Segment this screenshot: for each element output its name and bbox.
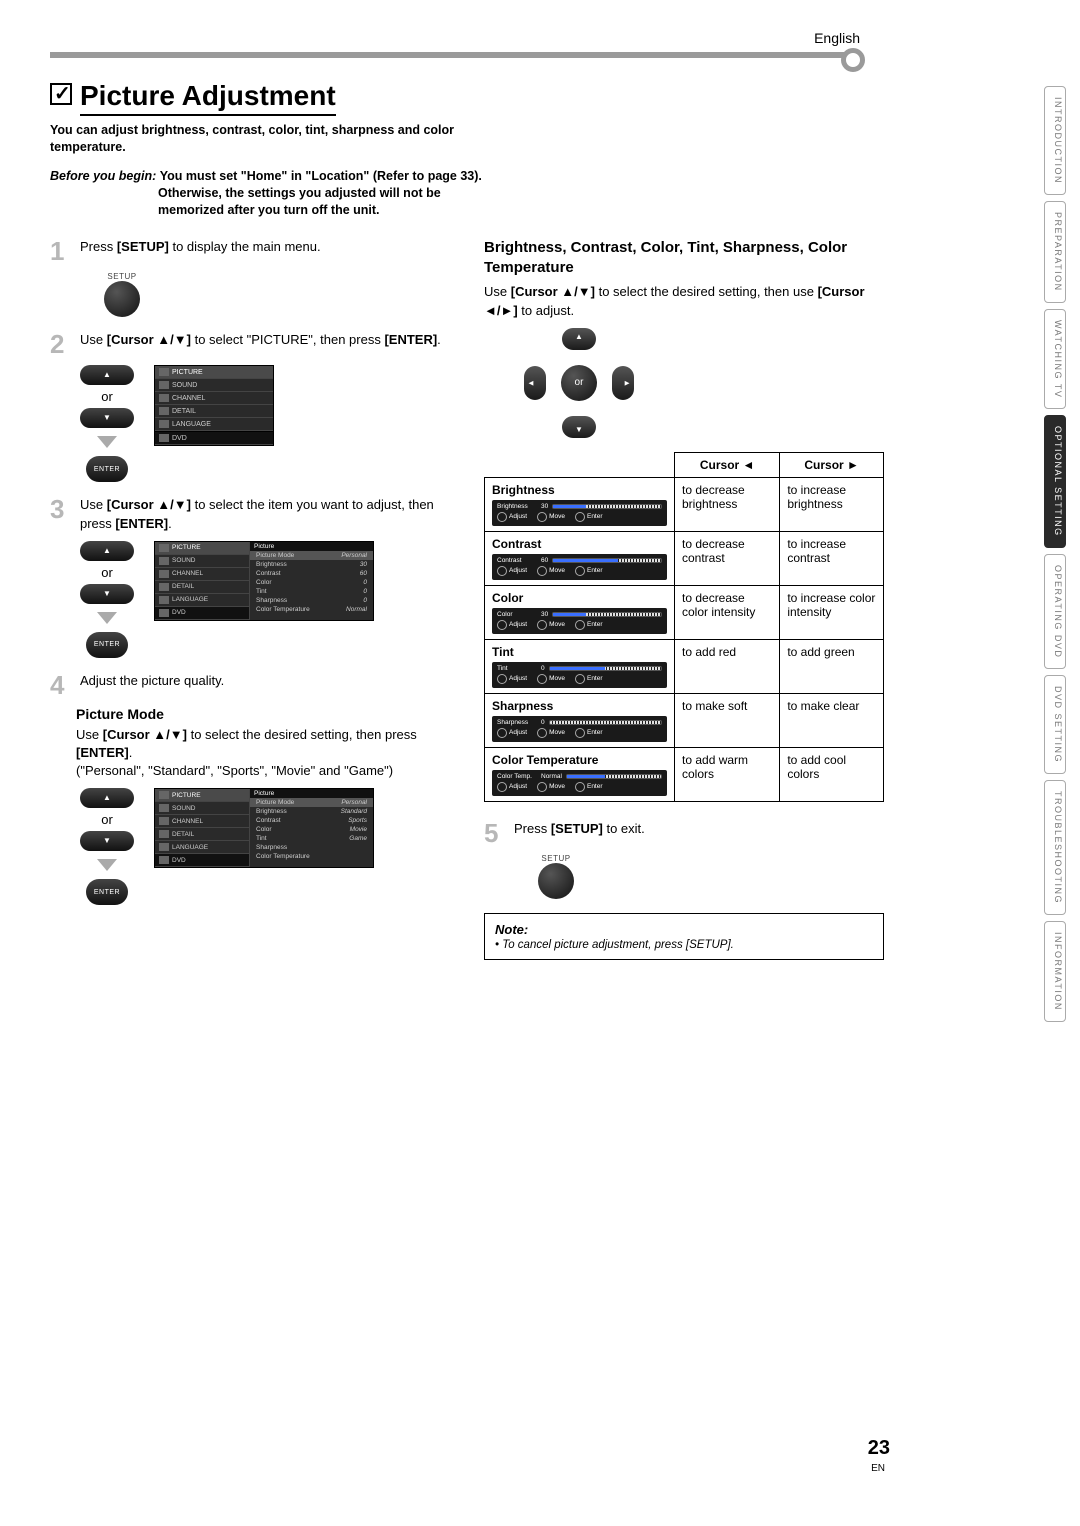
step-5: 5 Press [SETUP] to exit. xyxy=(484,820,884,846)
step-3: 3 Use [Cursor ▲/▼] to select the item yo… xyxy=(50,496,460,532)
page-number: 23 xyxy=(868,1437,890,1460)
picture-mode-heading: Picture Mode xyxy=(76,706,460,722)
adjustment-table: Cursor ◄ Cursor ► BrightnessBrightness30… xyxy=(484,452,884,802)
side-tab-information: INFORMATION xyxy=(1044,921,1066,1022)
right-text: Use [Cursor ▲/▼] to select the desired s… xyxy=(484,283,884,319)
side-tab-preparation: PREPARATION xyxy=(1044,201,1066,303)
step-2: 2 Use [Cursor ▲/▼] to select "PICTURE", … xyxy=(50,331,460,357)
intro-text: You can adjust brightness, contrast, col… xyxy=(50,122,490,156)
side-tabs: INTRODUCTION PREPARATION WATCHING TV OPTION… xyxy=(1044,86,1066,1028)
setup-button-graphic: SETUP xyxy=(90,272,154,317)
cursor-updown-graphic-3: or ENTER xyxy=(80,788,134,905)
cursor-updown-graphic-2: or ENTER xyxy=(80,541,134,658)
language-label: English xyxy=(50,30,1030,46)
side-tab-dvd-setting: DVD SETTING xyxy=(1044,675,1066,774)
before-you-begin: Before you begin: You must set "Home" in… xyxy=(50,168,490,219)
page-lang: EN xyxy=(871,1463,885,1474)
osd-picture-menu: PICTURE SOUND CHANNEL DETAIL LANGUAGE DV… xyxy=(154,541,374,621)
page-title: Picture Adjustment xyxy=(80,80,336,116)
header-rule xyxy=(50,52,860,58)
side-tab-watching-tv: WATCHING TV xyxy=(1044,309,1066,409)
dpad-graphic: ▲ ▼ ◄ ► or xyxy=(524,328,634,438)
side-tab-introduction: INTRODUCTION xyxy=(1044,86,1066,195)
setup-button-graphic-2: SETUP xyxy=(524,854,588,899)
note-box: Note: • To cancel picture adjustment, pr… xyxy=(484,913,884,960)
cursor-updown-graphic: or ENTER xyxy=(80,365,134,482)
picture-mode-text: Use [Cursor ▲/▼] to select the desired s… xyxy=(76,726,460,781)
right-heading: Brightness, Contrast, Color, Tint, Sharp… xyxy=(484,238,884,277)
side-tab-troubleshooting: TROUBLESHOOTING xyxy=(1044,780,1066,915)
step-1: 1 Press [SETUP] to display the main menu… xyxy=(50,238,460,264)
osd-picture-mode-menu: PICTURE SOUND CHANNEL DETAIL LANGUAGE DV… xyxy=(154,788,374,868)
checkbox-icon xyxy=(50,83,72,105)
osd-main-menu: PICTURE SOUND CHANNEL DETAIL LANGUAGE DV… xyxy=(154,365,274,446)
side-tab-operating-dvd: OPERATING DVD xyxy=(1044,554,1066,669)
side-tab-optional-setting: OPTIONAL SETTING xyxy=(1044,415,1066,548)
step-4: 4 Adjust the picture quality. xyxy=(50,672,460,698)
